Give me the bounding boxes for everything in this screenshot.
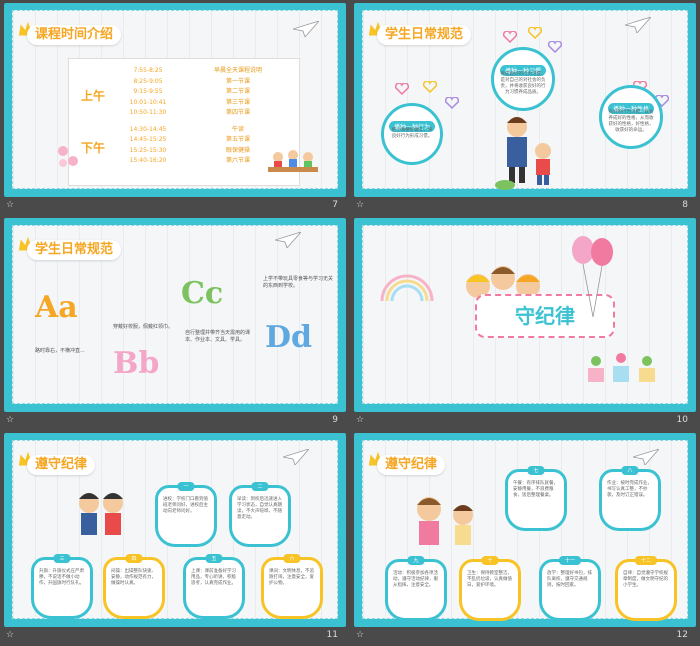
table-row: 10:01-10:41 第三节课 (129, 98, 250, 106)
paper-plane-icon (275, 232, 301, 248)
flower-icon (58, 146, 78, 167)
table-row: 14:30-14:45 午读 (129, 125, 244, 133)
slide-thumb-8[interactable]: 学生日常规范 播种一种习惯 养成良好的行为习惯，是对自己的对社会的负责，并将收获… (350, 0, 700, 215)
letter-Aa: Aa (35, 290, 78, 325)
slide-footer: ☆ 8 (350, 198, 700, 215)
slide-footer: ☆ 12 (350, 628, 700, 645)
slide-number: 11 (326, 630, 338, 640)
rule-card-8: 八作业：按时完成作业，书写认真工整，不抄袭，及时订正错误。 (599, 466, 661, 531)
star-icon: ☆ (6, 415, 15, 425)
slide-number: 8 (682, 200, 688, 210)
teacher-student-illustration (495, 117, 551, 190)
paper-plane-icon (625, 17, 651, 33)
letter-Cc: Cc (181, 276, 224, 311)
letter-Dd: Dd (265, 320, 312, 355)
students-illustration (268, 150, 318, 172)
slide-content: 学生日常规范 播种一种习惯 养成良好的行为习惯，是对自己的对社会的负责，并将收获… (362, 10, 688, 190)
paper-plane-icon (283, 449, 309, 465)
slide-thumb-11[interactable]: 遵守纪律 一进校：学校门口看到值班老师问好，进校后主动向老师问好。 二早读：到校… (0, 430, 350, 645)
slide-content: 课程时间介绍 上午 下午 7:55-8:25 早晨全天课程说明 8:25-9:05… (12, 10, 338, 189)
rule-card-1: 一进校：学校门口看到值班老师问好，进校后主动向老师问好。 (155, 482, 217, 547)
rule-text-1: 路时靠右，不横冲直... (35, 348, 85, 354)
slide-thumb-10[interactable]: 守纪律 ☆ 10 (350, 215, 700, 430)
slide-thumb-12[interactable]: 遵守纪律 七午餐：有序排队就餐，安静用餐，不浪费粮食，饭后整理餐桌。 八作业：按… (350, 430, 700, 645)
rule-text-3: 自行整理并带齐当天需用的课本、作业本、文具、学具。 (185, 330, 251, 343)
heart-icon (445, 97, 459, 109)
paper-plane-icon (293, 21, 319, 37)
slide-frame: 守纪律 (354, 218, 696, 412)
slide-title: 遵守纪律 (27, 455, 96, 475)
rainbow-icon (380, 274, 434, 302)
rule-text-4: 上学不带玩具零食等与学习无关的东西到学校。 (263, 276, 334, 289)
slide-frame: 遵守纪律 一进校：学校门口看到值班老师问好，进校后主动向老师问好。 二早读：到校… (4, 433, 346, 627)
slide-frame: 课程时间介绍 上午 下午 7:55-8:25 早晨全天课程说明 8:25-9:05… (4, 3, 346, 197)
star-icon: ☆ (6, 630, 15, 640)
slide-content: 遵守纪律 七午餐：有序排队就餐，安静用餐，不浪费粮食，饭后整理餐桌。 八作业：按… (362, 440, 688, 621)
slide-thumb-9[interactable]: 学生日常规范 Aa 路时靠右，不横冲直... Bb 穿戴好校服，佩戴红领巾。 C… (0, 215, 350, 430)
letter-Bb: Bb (113, 346, 160, 381)
table-row: 8:25-9:05 第一节课 (133, 77, 250, 85)
slide-footer: ☆ 9 (0, 413, 350, 430)
heart-icon (423, 81, 437, 93)
table-row: 9:15-9:55 第二节课 (133, 88, 250, 95)
slide-title: 遵守纪律 (377, 455, 446, 475)
slide-footer: ☆ 10 (350, 413, 700, 430)
rule-card-5: 五上课：课前准备好学习用品，专心听讲，积极思考，认真完成作业。 (183, 554, 245, 619)
slide-grid: 课程时间介绍 上午 下午 7:55-8:25 早晨全天课程说明 8:25-9:05… (0, 0, 700, 646)
star-icon: ☆ (356, 200, 365, 210)
kids-illustration (417, 497, 473, 545)
slide-number: 12 (676, 630, 688, 640)
rule-card-3: 三升旗：升旗仪式庄严肃穆，不说话不做小动作，升国旗时行队礼。 (31, 554, 93, 619)
rule-card-11: 十一 放学：整理好书包，排队离校，遵守交通规则，按时回家。 (539, 556, 601, 621)
slide-title: 学生日常规范 (27, 240, 122, 260)
slide-content: 遵守纪律 一进校：学校门口看到值班老师问好，进校后主动向老师问好。 二早读：到校… (12, 440, 338, 619)
rule-card-6: 六课间：文明休息，不追跑打闹，注意安全，爱护公物。 (261, 554, 323, 619)
rule-card-10: 十卫生：保持教室整洁，不乱扔垃圾，认真做值日，爱护环境。 (459, 556, 521, 621)
rule-card-7: 七午餐：有序排队就餐，安静用餐，不浪费粮食，饭后整理餐桌。 (505, 466, 567, 531)
table-row: 10:50-11:30 第四节课 (129, 109, 250, 116)
slide-content: 学生日常规范 Aa 路时靠右，不横冲直... Bb 穿戴好校服，佩戴红领巾。 C… (12, 225, 338, 404)
slide-number: 9 (332, 415, 338, 425)
slide-content: 守纪律 (362, 225, 688, 404)
slide-frame: 学生日常规范 播种一种习惯 养成良好的行为习惯，是对自己的对社会的负责，并将收获… (354, 3, 696, 197)
slide-number: 7 (332, 200, 338, 210)
slide-frame: 遵守纪律 七午餐：有序排队就餐，安静用餐，不浪费粮食，饭后整理餐桌。 八作业：按… (354, 433, 696, 627)
balloons-icon (572, 236, 613, 318)
slide-frame: 学生日常规范 Aa 路时靠右，不横冲直... Bb 穿戴好校服，佩戴红领巾。 C… (4, 218, 346, 412)
slide-number: 10 (676, 415, 688, 425)
slide-title: 课程时间介绍 (27, 25, 122, 45)
kids-illustration (79, 493, 123, 535)
heart-icon (503, 31, 517, 43)
slide-footer: ☆ 7 (0, 198, 350, 215)
star-icon: ☆ (356, 415, 365, 425)
rule-card-2: 二早读：到校后迅速进入学习状态，自觉认真朗读，不大声喧哗，不随意走动。 (229, 482, 291, 547)
rule-text-2: 穿戴好校服，佩戴红领巾。 (113, 324, 174, 330)
slide-footer: ☆ 11 (0, 628, 350, 645)
rule-card-12: 十二 自律：自觉遵守学校规章制度，做文明守纪的小学生。 (615, 556, 677, 621)
habit-circle: 播种一种习惯 养成良好的行为习惯，是对自己的对社会的负责，并将收获良好的行为习惯… (491, 47, 555, 111)
behavior-circle: 播种一种行为 把小事做好做实，将良好行为形成习惯。 (381, 103, 443, 165)
rule-card-9: 九活动：积极参加各项活动，遵守活动纪律，服从指挥，注意安全。 (385, 556, 447, 621)
slide-thumb-7[interactable]: 课程时间介绍 上午 下午 7:55-8:25 早晨全天课程说明 8:25-9:05… (0, 0, 350, 215)
character-circle: 播种一种性格 有好的行为习惯，就会养成好的性格，从而收获好的性格，好性格，收获好… (599, 85, 663, 149)
star-icon: ☆ (6, 200, 15, 210)
rule-card-4: 四间操：出操整队快速、安静，动作规范有力，做操时认真。 (103, 554, 165, 619)
star-icon: ☆ (356, 630, 365, 640)
heart-icon (528, 27, 542, 39)
slide-title: 学生日常规范 (377, 25, 472, 45)
table-row: 7:55-8:25 早晨全天课程说明 (133, 67, 262, 74)
flower-pots-illustration (588, 353, 655, 382)
am-label: 上午 (81, 89, 106, 103)
paper-plane-icon (633, 449, 659, 465)
heart-icon (395, 83, 409, 95)
heart-icon (548, 41, 562, 53)
pm-label: 下午 (81, 141, 106, 155)
